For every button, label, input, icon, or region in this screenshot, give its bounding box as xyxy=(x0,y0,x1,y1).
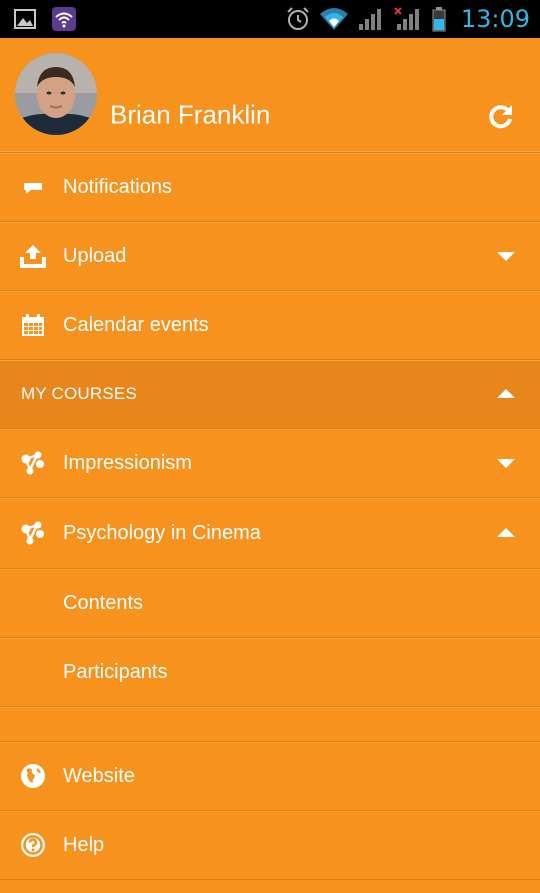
menu-label: Upload xyxy=(63,244,127,267)
gallery-notification-icon xyxy=(14,9,36,29)
alarm-icon xyxy=(287,7,309,30)
menu-label: Psychology in Cinema xyxy=(63,521,261,544)
menu-label: Contents xyxy=(63,591,144,614)
menu-item-website[interactable]: Website xyxy=(0,742,540,811)
chevron-up-icon[interactable] xyxy=(497,527,515,539)
help-icon xyxy=(20,832,46,858)
chevron-down-icon[interactable] xyxy=(497,457,515,469)
divider xyxy=(0,707,540,742)
course-item-psychology-in-cinema[interactable]: Psychology in Cinema xyxy=(0,498,540,569)
menu-label: Notifications xyxy=(63,175,172,198)
battery-icon xyxy=(432,7,446,32)
menu-label: Impressionism xyxy=(63,451,192,474)
course-item-impressionism[interactable]: Impressionism xyxy=(0,429,540,498)
comment-icon xyxy=(20,174,46,200)
signal-strength-icon xyxy=(358,9,381,30)
no-signal-icon xyxy=(394,7,419,30)
section-header-my-courses[interactable]: MY COURSES xyxy=(0,360,540,429)
course-icon xyxy=(20,520,46,546)
menu-item-upload[interactable]: Upload xyxy=(0,222,540,291)
avatar[interactable] xyxy=(15,53,97,135)
menu-label: Participants xyxy=(63,660,168,683)
chevron-down-icon[interactable] xyxy=(497,250,515,262)
course-sub-item-contents[interactable]: Contents xyxy=(0,569,540,638)
section-title: MY COURSES xyxy=(21,384,137,403)
menu-label: Calendar events xyxy=(63,313,209,336)
menu-label: Website xyxy=(63,764,135,787)
status-bar: 13:09 xyxy=(0,0,540,38)
clock: 13:09 xyxy=(460,5,530,33)
calendar-icon xyxy=(20,312,46,338)
wifi-signal-icon xyxy=(319,8,348,30)
menu-item-calendar[interactable]: Calendar events xyxy=(0,291,540,360)
wifi-app-notification-icon xyxy=(52,7,76,31)
globe-icon xyxy=(20,763,46,789)
menu-label: Help xyxy=(63,833,105,856)
profile-name: Brian Franklin xyxy=(110,99,271,130)
profile-header[interactable]: Brian Franklin xyxy=(0,38,540,153)
upload-icon xyxy=(20,243,46,269)
navigation-drawer: Brian Franklin Notifications Upload Cale… xyxy=(0,38,540,880)
refresh-icon[interactable] xyxy=(488,103,514,129)
course-sub-item-participants[interactable]: Participants xyxy=(0,638,540,707)
chevron-up-icon[interactable] xyxy=(497,388,515,400)
menu-item-notifications[interactable]: Notifications xyxy=(0,153,540,222)
menu-item-help[interactable]: Help xyxy=(0,811,540,880)
course-icon xyxy=(20,450,46,476)
